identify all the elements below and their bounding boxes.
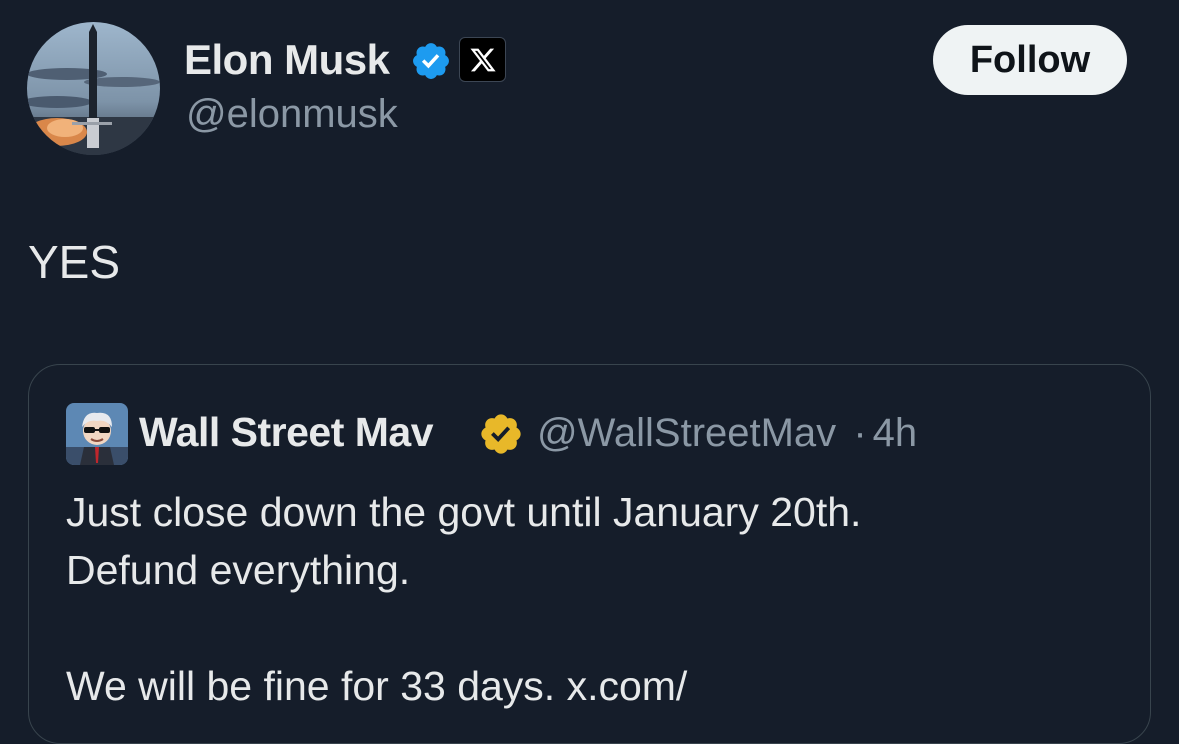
follow-button[interactable]: Follow [933, 25, 1127, 95]
author-avatar[interactable] [27, 22, 160, 155]
x-affiliate-logo-icon[interactable] [459, 37, 506, 82]
gold-verified-badge-icon [481, 414, 521, 454]
quote-text-line [66, 599, 1116, 657]
quote-text-line: Defund everything. [66, 547, 411, 593]
quote-text-line: Just close down the govt until January 2… [66, 489, 862, 535]
cartoon-avatar-image [66, 403, 128, 465]
starship-launch-image [27, 22, 160, 155]
quote-text-line: We will be fine for 33 days. x.com/ [66, 663, 688, 709]
quote-author-avatar[interactable] [66, 403, 128, 465]
author-handle[interactable]: @elonmusk [186, 92, 398, 137]
quote-timestamp[interactable]: 4h [873, 411, 918, 455]
quote-text: Just close down the govt until January 2… [66, 483, 1116, 715]
quote-author-name[interactable]: Wall Street Mav [139, 409, 434, 456]
quote-meta: @WallStreetMav · 4h [537, 411, 917, 456]
author-name[interactable]: Elon Musk [184, 36, 390, 84]
quoted-tweet-card[interactable]: Wall Street Mav @WallStreetMav · 4h Just … [28, 364, 1151, 744]
quote-author-handle[interactable]: @WallStreetMav [537, 411, 836, 455]
meta-separator: · [853, 411, 867, 455]
verified-badge-icon [413, 43, 449, 79]
tweet-text: YES [28, 236, 121, 288]
